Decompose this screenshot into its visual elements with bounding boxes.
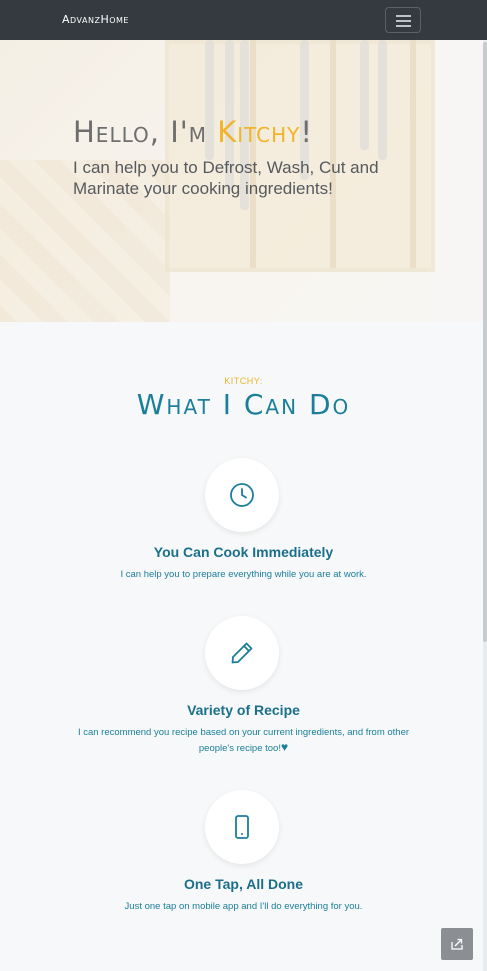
feature-icon-circle — [205, 616, 279, 690]
hero-title-accent: Kitchy — [217, 115, 301, 149]
feature-description: Just one tap on mobile app and I'll do e… — [124, 901, 363, 912]
feature-description: I can recommend you recipe based on your… — [77, 727, 410, 754]
section-kicker: KITCHY: — [224, 376, 263, 386]
hero-subtitle: I can help you to Defrost, Wash, Cut and… — [73, 158, 379, 198]
feature-description: I can help you to prepare everything whi… — [120, 569, 367, 580]
scrollbar[interactable] — [483, 40, 487, 971]
hero-banner: Hello, I'm Kitchy! I can help you to Def… — [0, 40, 487, 322]
navbar: AdvanzHome — [0, 0, 487, 41]
menu-toggle-button[interactable] — [385, 7, 421, 33]
clock-icon — [230, 483, 254, 507]
section-title: What I Can Do — [136, 388, 351, 421]
share-icon — [451, 938, 463, 950]
heart-icon: ♥ — [280, 740, 289, 754]
mobile-phone-icon — [235, 815, 249, 839]
feature-heading: One Tap, All Done — [183, 876, 303, 892]
feature-icon-circle — [205, 790, 279, 864]
page: AdvanzHome Hello, I'm Kitchy! I can help… — [0, 0, 487, 971]
feature-icon-circle — [205, 458, 279, 532]
hero-title: Hello, I'm Kitchy! — [73, 115, 314, 149]
pencil-icon — [231, 642, 253, 664]
share-button[interactable] — [441, 928, 473, 960]
feature-heading: You Can Cook Immediately — [153, 544, 334, 560]
feature-heading: Variety of Recipe — [187, 702, 300, 718]
scrollbar-thumb[interactable] — [483, 42, 487, 642]
brand-logo-link[interactable]: AdvanzHome — [62, 13, 129, 26]
